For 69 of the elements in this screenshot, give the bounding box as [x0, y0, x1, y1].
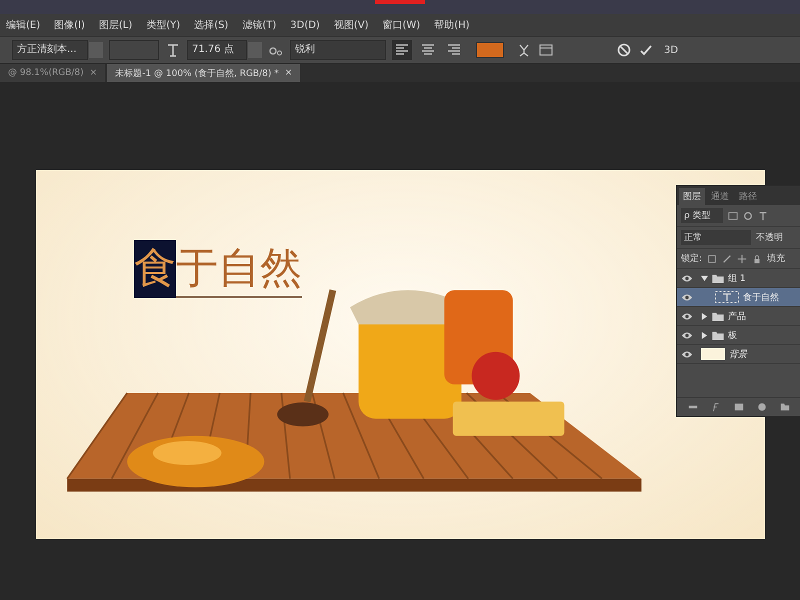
font-size-icon [165, 42, 181, 58]
brush-icon[interactable] [722, 254, 732, 264]
text-color-swatch[interactable] [476, 42, 504, 58]
menu-item[interactable]: 图层(L) [98, 18, 132, 32]
menu-item[interactable]: 视图(V) [334, 18, 368, 32]
menu-item[interactable]: 3D(D) [290, 20, 320, 30]
layer-name: 组 1 [728, 272, 746, 284]
document-tab[interactable]: @ 98.1%(RGB/8) × [0, 64, 106, 82]
fx-icon[interactable] [710, 402, 721, 412]
close-tab-button[interactable]: × [90, 68, 98, 78]
layer-row[interactable]: 产品 [677, 307, 800, 326]
expand-triangle-icon[interactable] [701, 312, 708, 320]
text-filter-icon[interactable] [758, 210, 768, 220]
folder-icon [712, 312, 724, 320]
panel-tab[interactable]: 图层 [679, 188, 705, 205]
selected-text: 食 [134, 240, 176, 298]
layer-name: 产品 [728, 310, 746, 322]
document-tab-label: 未标题-1 @ 100% (食于自然, RGB/8) * [115, 68, 279, 80]
folder-icon [712, 330, 724, 340]
menu-item[interactable]: 窗口(W) [382, 18, 420, 32]
lock-icon[interactable] [752, 254, 762, 264]
headline-text: 于自然 [176, 240, 302, 298]
mask-icon[interactable] [734, 402, 744, 412]
text-layer-thumbnail [715, 291, 739, 303]
layer-row[interactable]: 食于自然 [677, 288, 800, 307]
menu-item[interactable]: 编辑(E) [6, 18, 40, 32]
align-button[interactable] [392, 40, 412, 60]
folder-icon [712, 274, 724, 282]
document-tab[interactable]: 未标题-1 @ 100% (食于自然, RGB/8) * × [107, 64, 300, 82]
fill-label: 填充 [767, 252, 786, 265]
layer-name: 背景 [729, 348, 747, 360]
collapse-triangle-icon[interactable] [701, 274, 708, 282]
lock-pixels-icon[interactable] [707, 254, 718, 264]
background-thumbnail [701, 348, 725, 360]
menu-item[interactable]: 帮助(H) [434, 18, 470, 32]
font-family-dropdown[interactable]: 方正清刻本... [12, 40, 88, 60]
lock-label: 锁定: [681, 252, 702, 265]
blend-mode-dropdown[interactable]: 正常 [681, 230, 751, 245]
folder-icon[interactable] [780, 402, 790, 412]
cancel-icon[interactable] [616, 42, 632, 58]
antialias-dropdown[interactable]: 锐利 [290, 40, 386, 60]
eye-icon[interactable] [681, 292, 693, 302]
eye-icon[interactable] [681, 350, 693, 358]
layer-name: 食于自然 [743, 292, 779, 304]
panel-tab[interactable]: 通道 [707, 188, 733, 205]
layer-filter-dropdown[interactable]: ρ 类型 [681, 208, 723, 223]
circle-filter-icon[interactable] [743, 210, 753, 220]
eye-icon[interactable] [681, 274, 693, 282]
layer-row[interactable]: 背景 [677, 345, 800, 364]
panel-toggle-icon[interactable] [538, 42, 554, 58]
opacity-label: 不透明 [756, 232, 783, 244]
eye-icon[interactable] [681, 330, 693, 340]
title-bar-accent [375, 0, 425, 4]
layer-name: 板 [728, 330, 737, 342]
font-size-field[interactable]: 71.76 点 [187, 40, 247, 60]
panel-tab[interactable]: 路径 [735, 188, 761, 205]
menu-item[interactable]: 滤镜(T) [242, 18, 276, 32]
eye-icon[interactable] [681, 312, 693, 320]
layer-row[interactable]: 板 [677, 326, 800, 345]
3d-button[interactable]: 3D [660, 42, 682, 58]
document-tab-label: @ 98.1%(RGB/8) [8, 68, 84, 78]
expand-triangle-icon[interactable] [701, 332, 708, 338]
menu-item[interactable]: 选择(S) [194, 18, 228, 32]
close-tab-button[interactable]: × [284, 68, 292, 78]
adjustment-icon[interactable] [757, 402, 768, 412]
menu-item[interactable]: 类型(Y) [146, 18, 180, 32]
menu-item[interactable]: 图像(I) [54, 18, 85, 32]
image-filter-icon[interactable] [728, 210, 738, 220]
move-icon[interactable] [737, 254, 748, 264]
